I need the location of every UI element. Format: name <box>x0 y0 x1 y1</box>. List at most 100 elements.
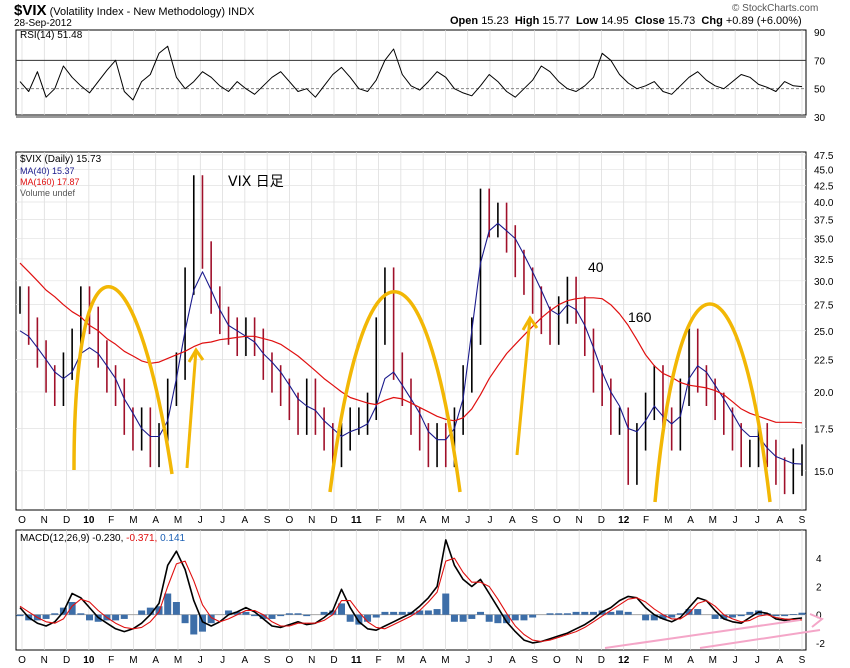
rsi-panel <box>15 29 807 116</box>
macd-legend-value: -0.230, <box>92 533 126 544</box>
price-x-tick: A <box>420 515 427 526</box>
macd-y-tick: -2 <box>816 639 825 650</box>
macd-histogram-bar <box>372 614 380 618</box>
price-x-tick: J <box>755 515 760 526</box>
macd-histogram-bar <box>51 613 59 615</box>
price-x-tick: M <box>397 515 405 526</box>
macd-legend: MACD(12,26,9) -0.230, -0.371, 0.141 <box>20 533 186 544</box>
macd-histogram-bar <box>546 613 554 615</box>
macd-x-tick: J <box>198 655 203 666</box>
macd-x-tick: A <box>509 655 516 666</box>
macd-histogram-bar <box>459 614 467 622</box>
macd-x-tick: 11 <box>351 655 362 666</box>
macd-histogram-bar <box>277 614 285 617</box>
macd-histogram-bar <box>694 609 702 615</box>
macd-histogram-bar <box>294 613 302 615</box>
macd-x-tick: J <box>733 655 738 666</box>
macd-histogram-bar <box>798 612 806 615</box>
chart-canvas: 90 70 50 30 RSI(14) 51.48 47.5 45.0 42.5 40.0 37.… <box>15 28 834 666</box>
macd-histogram-bar <box>772 614 780 617</box>
price-x-tick: M <box>664 515 672 526</box>
price-x-tick: A <box>687 515 694 526</box>
price-x-tick: S <box>531 515 538 526</box>
macd-histogram-bar <box>172 602 180 615</box>
rsi-y-tick: 30 <box>814 113 826 124</box>
macd-histogram-bar <box>86 614 94 621</box>
macd-x-tick: A <box>152 655 159 666</box>
price-x-tick: F <box>376 515 382 526</box>
price-x-tick: S <box>264 515 271 526</box>
annotation-160: 160 <box>628 309 652 325</box>
macd-x-tick: 10 <box>83 655 95 666</box>
macd-histogram-bar <box>138 610 146 615</box>
macd-histogram-bar <box>112 614 120 621</box>
price-y-tick: 42.5 <box>814 181 834 192</box>
macd-histogram-bar <box>42 614 50 619</box>
macd-histogram-bar <box>190 614 198 635</box>
price-y-tick: 22.5 <box>814 356 834 367</box>
macd-histogram-bar <box>320 611 328 615</box>
macd-histogram-bar <box>781 614 789 617</box>
macd-histogram-bar <box>16 614 24 617</box>
annotation-40: 40 <box>588 259 604 275</box>
price-x-tick: M <box>129 515 137 526</box>
price-x-tick: S <box>799 515 806 526</box>
price-x-tick: N <box>41 515 48 526</box>
macd-x-tick: 12 <box>618 655 630 666</box>
macd-histogram-bar <box>424 610 432 615</box>
price-y-tick: 45.0 <box>814 166 834 177</box>
macd-x-tick: F <box>108 655 114 666</box>
price-y-tick: 47.5 <box>814 151 834 162</box>
price-x-tick: O <box>18 515 26 526</box>
price-x-tick: N <box>576 515 583 526</box>
macd-histogram-bar <box>477 611 485 615</box>
macd-histogram-bar <box>433 609 441 615</box>
price-x-tick: M <box>441 515 449 526</box>
macd-x-tick: A <box>242 655 249 666</box>
macd-y-tick: 2 <box>816 582 822 593</box>
macd-histogram-bar <box>642 614 650 621</box>
price-x-tick: A <box>152 515 159 526</box>
price-y-tick: 25.0 <box>814 327 834 338</box>
macd-x-tick: M <box>397 655 405 666</box>
macd-histogram-bar <box>120 614 128 619</box>
ma40-legend: MA(40) 15.37 <box>20 166 75 176</box>
macd-histogram-bar <box>616 610 624 615</box>
price-x-tick: O <box>553 515 561 526</box>
volume-legend: Volume undef <box>20 188 76 198</box>
macd-legend-value: -0.371, <box>126 533 160 544</box>
price-x-tick: A <box>776 515 783 526</box>
macd-histogram-bar <box>164 593 172 615</box>
rsi-y-tick: 90 <box>814 28 826 39</box>
macd-x-tick: D <box>330 655 337 666</box>
macd-histogram-bar <box>589 611 597 615</box>
macd-histogram-bar <box>572 611 580 615</box>
macd-histogram-bar <box>285 613 293 615</box>
price-x-tick: J <box>220 515 225 526</box>
macd-histogram-bar <box>581 611 589 615</box>
macd-x-tick: N <box>41 655 48 666</box>
macd-x-tick: F <box>376 655 382 666</box>
macd-x-tick: M <box>664 655 672 666</box>
macd-histogram-bar <box>77 613 85 615</box>
price-y-tick: 27.5 <box>814 301 834 312</box>
price-x-tick: O <box>286 515 294 526</box>
macd-histogram-bar <box>711 614 719 619</box>
macd-histogram-bar <box>563 613 571 615</box>
price-legend: $VIX (Daily) 15.73 <box>20 154 102 165</box>
macd-panel <box>15 529 807 651</box>
price-x-tick: A <box>242 515 249 526</box>
price-x-tick: M <box>174 515 182 526</box>
chart-title: VIX 日足 <box>228 174 284 190</box>
price-x-tick: D <box>598 515 605 526</box>
rsi-y-tick: 70 <box>814 56 826 67</box>
macd-x-tick: D <box>598 655 605 666</box>
price-y-tick: 32.5 <box>814 255 834 266</box>
macd-x-tick: M <box>441 655 449 666</box>
rsi-y-tick: 50 <box>814 85 826 96</box>
macd-histogram-bar <box>390 611 398 615</box>
macd-x-tick: J <box>755 655 760 666</box>
macd-histogram-bar <box>624 611 632 615</box>
macd-legend-prefix: MACD(12,26,9) <box>20 533 92 544</box>
macd-histogram-bar <box>398 611 406 615</box>
